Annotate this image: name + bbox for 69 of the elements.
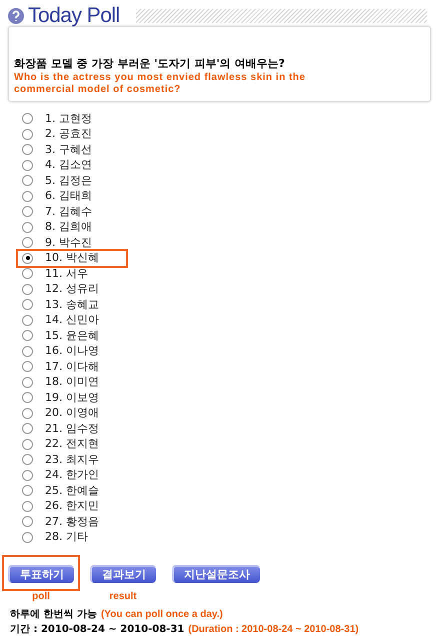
button-caption: poll [32, 591, 50, 603]
radio-button[interactable] [22, 252, 33, 264]
radio-button[interactable] [22, 284, 33, 295]
action-button[interactable]: 지난설문조사 [172, 564, 260, 582]
option-label: 7. 김혜수 [45, 204, 92, 220]
option-label: 14. 신민아 [45, 312, 99, 328]
option-label: 23. 최지우 [45, 452, 99, 468]
radio-button[interactable] [22, 438, 33, 450]
option-label: 9. 박수진 [45, 234, 92, 250]
option-label: 6. 김태희 [45, 188, 92, 204]
radio-button[interactable] [22, 128, 33, 140]
radio-button[interactable] [22, 314, 33, 326]
option-label: 12. 성유리 [45, 281, 99, 297]
option-label: 22. 전지현 [45, 436, 99, 452]
radio-button[interactable] [22, 330, 33, 342]
option-label: 1. 고현정 [45, 110, 92, 126]
radio-button[interactable] [22, 470, 33, 481]
radio-button[interactable] [22, 190, 33, 202]
option-label: 26. 한지민 [45, 498, 99, 514]
option-label: 27. 황정음 [45, 514, 99, 530]
option-label: 4. 김소연 [45, 157, 92, 173]
option-label: 15. 윤은혜 [45, 328, 99, 344]
action-button[interactable]: 투표하기 [8, 564, 74, 582]
radio-button[interactable] [22, 175, 33, 186]
option-label: 20. 이영애 [45, 405, 99, 421]
option-label: 11. 서우 [45, 266, 88, 282]
radio-button[interactable] [22, 485, 33, 496]
option-label: 8. 김희애 [45, 219, 92, 235]
radio-button[interactable] [22, 361, 33, 372]
radio-button[interactable] [22, 113, 33, 124]
question-english: Who is the actress you most envied flawless skin in the commercial model of cosmetic? [14, 72, 306, 96]
radio-button[interactable] [22, 532, 33, 543]
option-label: 5. 김정은 [45, 172, 92, 188]
note-translation: (You can poll once a day.) [100, 608, 223, 622]
note-translation: (Duration : 2010-08-24 ~ 2010-08-31) [188, 623, 359, 637]
option-label: 13. 송혜교 [45, 296, 99, 312]
option-label: 24. 한가인 [45, 467, 99, 483]
note-text: 하루에 한번씩 가능 [10, 608, 97, 622]
action-button[interactable]: 결과보기 [90, 564, 156, 582]
radio-button[interactable] [22, 454, 33, 466]
option-label: 10. 박신혜 [45, 250, 99, 266]
button-caption: result [109, 591, 137, 603]
radio-button[interactable] [22, 222, 33, 233]
option-label: 17. 이다해 [45, 358, 99, 374]
radio-button[interactable] [22, 408, 33, 419]
option-label: 18. 이미연 [45, 374, 99, 390]
option-label: 16. 이나영 [45, 343, 99, 359]
radio-button[interactable] [22, 299, 33, 310]
radio-button[interactable] [22, 237, 33, 248]
help-icon [8, 8, 24, 24]
option-label: 2. 공효진 [45, 126, 92, 142]
radio-button[interactable] [22, 376, 33, 388]
radio-button[interactable] [22, 346, 33, 357]
note-text: 기간 : 2010-08-24 ~ 2010-08-31 [10, 623, 184, 637]
radio-button[interactable] [22, 516, 33, 528]
radio-button[interactable] [22, 500, 33, 512]
option-label: 19. 이보영 [45, 390, 99, 406]
radio-button[interactable] [22, 268, 33, 280]
option-label: 25. 한예슬 [45, 482, 99, 498]
radio-button[interactable] [22, 160, 33, 171]
radio-button[interactable] [22, 144, 33, 156]
radio-button[interactable] [22, 423, 33, 434]
poll-title: Today Poll [28, 3, 120, 30]
option-label: 3. 구혜선 [45, 142, 92, 158]
question-korean: 화장품 모델 중 가장 부러운 '도자기 피부'의 여배우는? [14, 57, 286, 71]
radio-button[interactable] [22, 206, 33, 218]
radio-button[interactable] [22, 392, 33, 404]
option-label: 28. 기타 [45, 529, 88, 545]
option-label: 21. 임수정 [45, 420, 99, 436]
